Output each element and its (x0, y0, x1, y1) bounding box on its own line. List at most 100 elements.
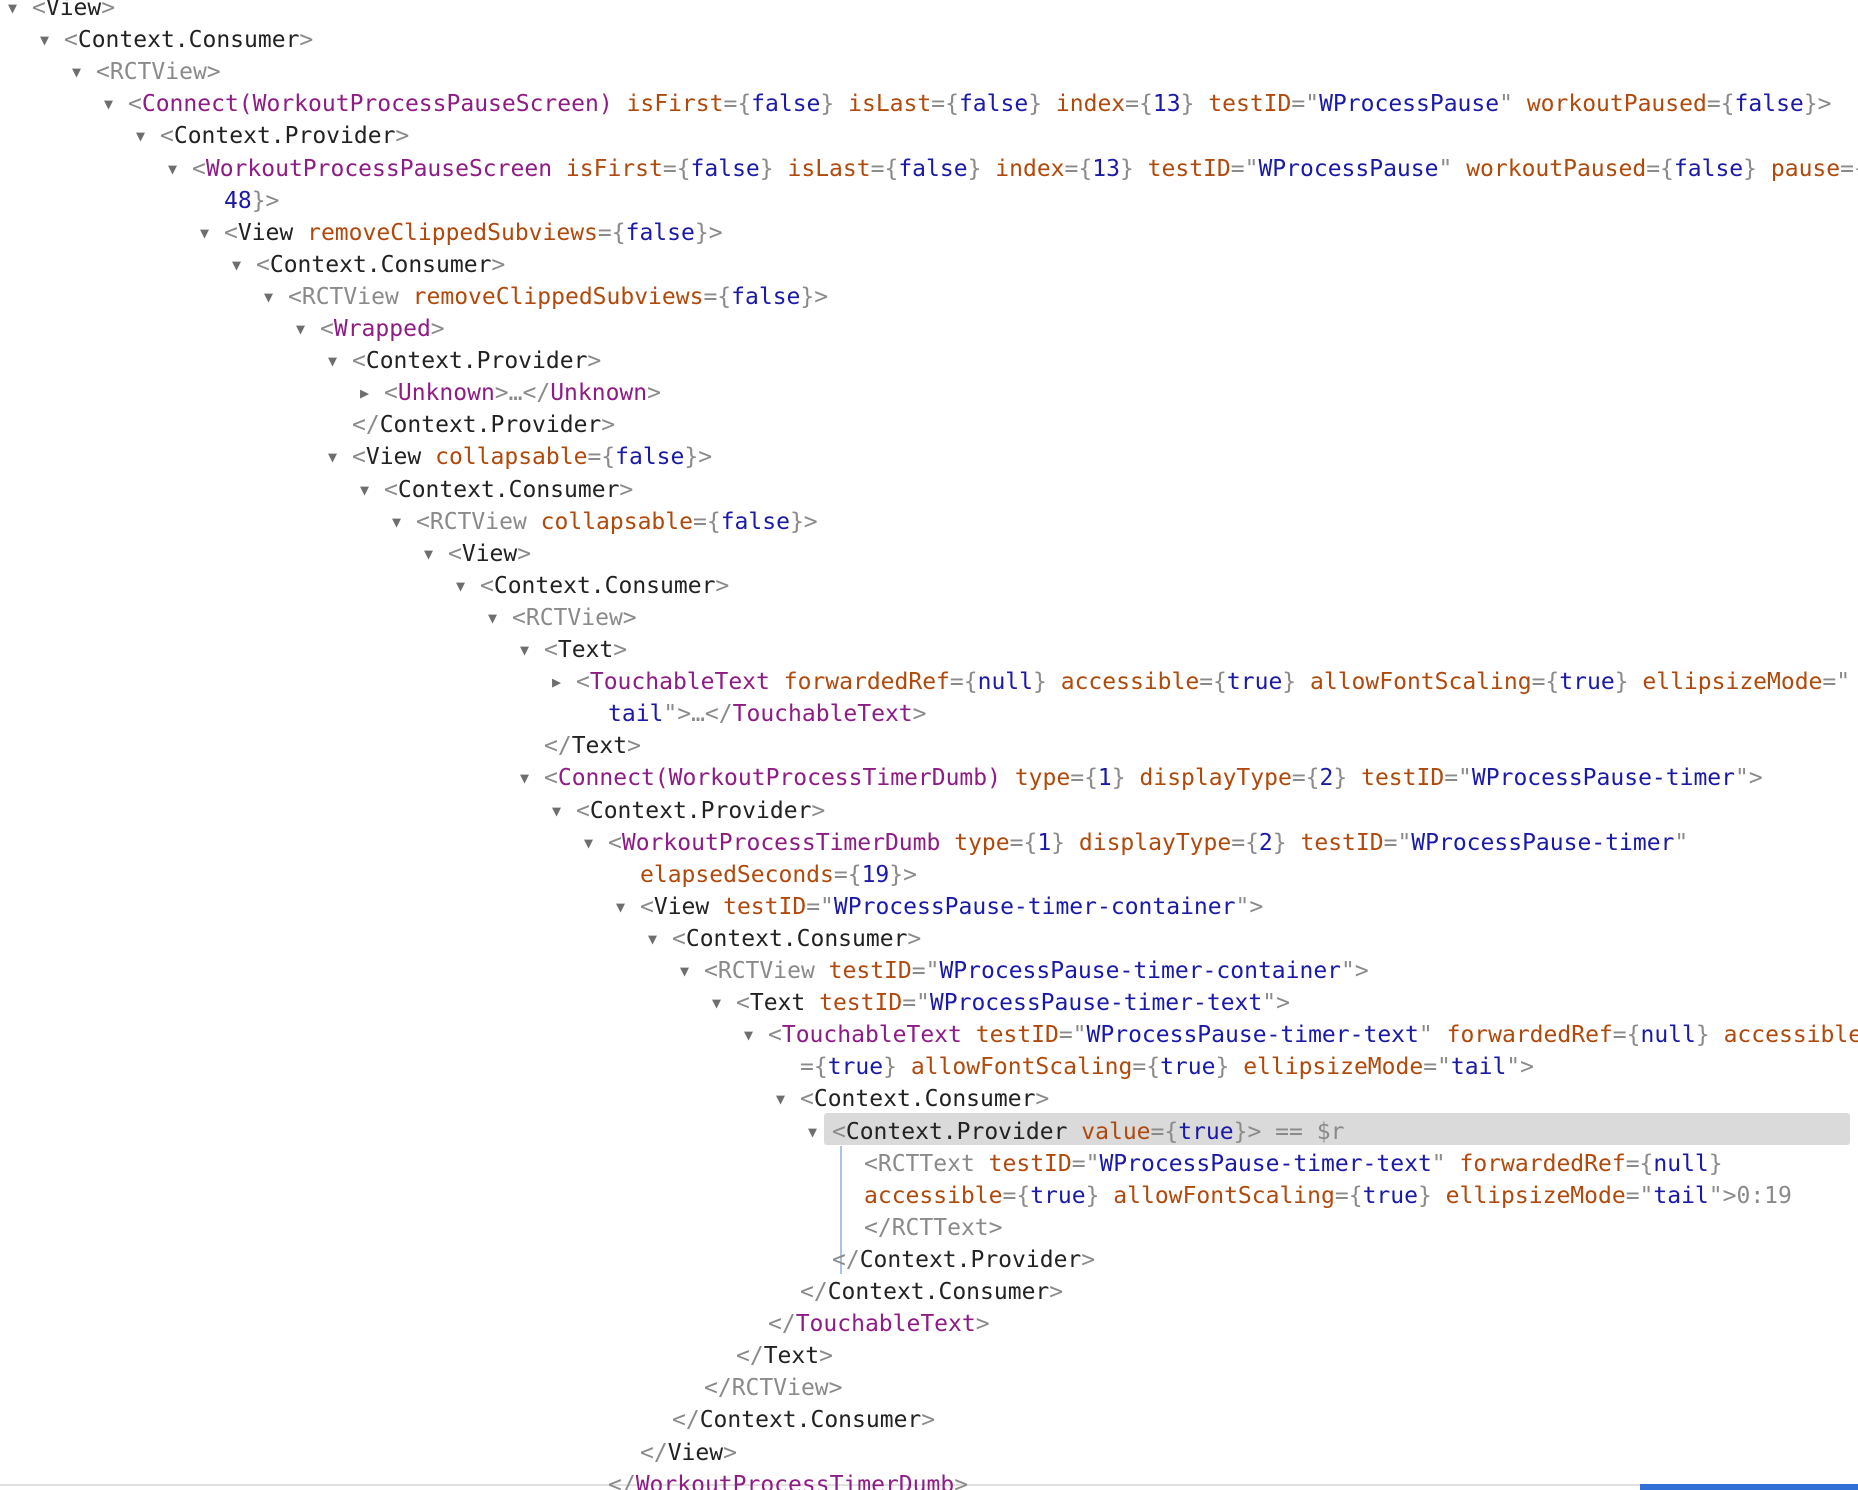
tree-row[interactable]: </WorkoutProcessTimerDumb> (584, 1469, 968, 1490)
tree-row[interactable]: ▼ <View removeClippedSubviews={false}> (200, 217, 723, 249)
token: WProcessPause-timer-container (833, 894, 1236, 920)
tree-row[interactable]: accessible={true} allowFontScaling={true… (840, 1180, 1792, 1212)
tree-row[interactable]: </Context.Consumer> (648, 1404, 935, 1436)
token: displayType (1139, 765, 1292, 791)
collapse-arrow-icon[interactable]: ▼ (8, 0, 32, 24)
tree-row[interactable]: ={true} allowFontScaling={true} ellipsiz… (776, 1051, 1534, 1083)
token: pause (1770, 156, 1841, 182)
collapse-arrow-icon[interactable]: ▼ (264, 281, 288, 313)
token: Context.Consumer (827, 1279, 1050, 1305)
tree-row[interactable]: ▼ <Text testID="WProcessPause-timer-text"… (712, 987, 1290, 1019)
tree-row[interactable]: ▼ <Context.Provider> (328, 345, 601, 377)
token: } (967, 156, 982, 182)
tree-row[interactable]: ▼ <Context.Provider> (136, 120, 409, 152)
expand-arrow-icon[interactable]: ▶ (360, 377, 384, 409)
tree-row[interactable]: ▼ <RCTView removeClippedSubviews={false}> (264, 281, 828, 313)
tree-row[interactable]: </TouchableText> (744, 1308, 990, 1340)
tree-row[interactable]: ▼ <RCTView collapsable={false}> (392, 506, 818, 538)
token: Context.Consumer (77, 27, 300, 53)
token: < (512, 605, 526, 631)
collapse-arrow-icon[interactable]: ▼ (360, 474, 384, 506)
tree-row[interactable]: ▼ <TouchableText testID="WProcessPause-ti… (744, 1019, 1858, 1051)
collapse-arrow-icon[interactable]: ▼ (744, 1019, 768, 1051)
collapse-arrow-icon[interactable]: ▼ (136, 120, 160, 152)
tree-row[interactable]: </Context.Consumer> (776, 1276, 1063, 1308)
tree-row[interactable]: ▼ <RCTView testID="WProcessPause-timer-co… (680, 955, 1369, 987)
collapse-arrow-icon[interactable]: ▼ (232, 249, 256, 281)
token: ={ (1150, 1119, 1179, 1145)
tree-row[interactable]: tail">…</TouchableText> (584, 698, 927, 730)
collapse-arrow-icon[interactable]: ▼ (328, 441, 352, 473)
expand-arrow-icon[interactable]: ▶ (552, 666, 576, 698)
token: removeClippedSubviews (412, 284, 704, 310)
tree-row[interactable]: ▼ <Connect(WorkoutProcessTimerDumb) type=… (520, 762, 1763, 794)
tree-row[interactable]: ▼ <Text> (520, 634, 627, 666)
token: < (384, 380, 398, 406)
tree-row[interactable]: ▼ <Context.Consumer> (40, 24, 313, 56)
tree-row[interactable]: ▼ <View> (424, 538, 531, 570)
token: > (954, 1472, 969, 1490)
collapse-arrow-icon[interactable]: ▼ (40, 24, 64, 56)
tree-row[interactable]: </Text> (712, 1340, 833, 1372)
collapse-arrow-icon[interactable]: ▼ (520, 634, 544, 666)
tree-row[interactable]: ▼ <Context.Consumer> (456, 570, 729, 602)
collapse-arrow-icon[interactable]: ▼ (680, 955, 704, 987)
tree-row[interactable]: ▼ <Connect(WorkoutProcessPauseScreen) isF… (104, 88, 1831, 120)
tree-row[interactable]: ▼ <View testID="WProcessPause-timer-conta… (616, 891, 1263, 923)
token: } (759, 156, 774, 182)
tree-row[interactable]: 48}> (200, 185, 279, 217)
tree-row[interactable]: ▼ <Context.Provider> (552, 795, 825, 827)
collapse-arrow-icon[interactable]: ▼ (552, 795, 576, 827)
token: < (864, 1151, 878, 1177)
collapse-arrow-icon[interactable]: ▼ (296, 313, 320, 345)
tree-row[interactable]: ▼ <Wrapped> (296, 313, 445, 345)
collapse-arrow-icon[interactable]: ▼ (488, 602, 512, 634)
tree-row[interactable]: ▼ <WorkoutProcessPauseScreen isFirst={fal… (168, 153, 1858, 185)
horizontal-scrollbar-thumb[interactable] (1640, 1484, 1858, 1490)
collapse-arrow-icon[interactable]: ▼ (72, 56, 96, 88)
tree-row[interactable]: ▶ <TouchableText forwardedRef={null} acce… (552, 666, 1850, 698)
tree-row[interactable]: </RCTText> (840, 1212, 1003, 1244)
tree-row[interactable]: ▼ <RCTView> (488, 602, 637, 634)
tree-row[interactable]: ▼ <View collapsable={false}> (328, 441, 712, 473)
collapse-arrow-icon[interactable]: ▼ (616, 891, 640, 923)
tree-row[interactable]: ▼ <Context.Consumer> (776, 1083, 1049, 1115)
token: < (608, 830, 622, 856)
token: < (96, 59, 110, 85)
tree-row[interactable]: ▼ <Context.Consumer> (232, 249, 505, 281)
tree-row[interactable]: </Context.Provider> (328, 409, 615, 441)
token: isLast (848, 91, 932, 117)
tree-row[interactable]: </View> (616, 1437, 737, 1469)
collapse-arrow-icon[interactable]: ▼ (712, 987, 736, 1019)
tree-row[interactable]: </Context.Provider> (808, 1244, 1095, 1276)
tree-row[interactable]: ▼ <View> (8, 0, 115, 24)
collapse-arrow-icon[interactable]: ▼ (808, 1116, 832, 1148)
collapse-arrow-icon[interactable]: ▼ (456, 570, 480, 602)
tree-row[interactable]: </RCTView> (680, 1372, 843, 1404)
token: Context.Provider (589, 798, 812, 824)
token: testID (975, 1022, 1059, 1048)
tree-row[interactable]: </Text> (520, 730, 641, 762)
token: < (128, 91, 142, 117)
collapse-arrow-icon[interactable]: ▼ (168, 153, 192, 185)
collapse-arrow-icon[interactable]: ▼ (328, 345, 352, 377)
tree-row[interactable]: ▼ <RCTView> (72, 56, 221, 88)
collapse-arrow-icon[interactable]: ▼ (584, 827, 608, 859)
collapse-arrow-icon[interactable]: ▼ (648, 923, 672, 955)
token: View (653, 894, 710, 920)
tree-row[interactable]: ▼ <Context.Consumer> (648, 923, 921, 955)
tree-row[interactable]: ▼ <Context.Consumer> (360, 474, 633, 506)
tree-row[interactable]: ▶ <Unknown>…</Unknown> (360, 377, 661, 409)
tree-row[interactable]: elapsedSeconds={19}> (616, 859, 917, 891)
token: }> (800, 284, 829, 310)
collapse-arrow-icon[interactable]: ▼ (424, 538, 448, 570)
tree-row-selected[interactable]: ▼ <Context.Provider value={true}> == $r (808, 1116, 1344, 1148)
collapse-arrow-icon[interactable]: ▼ (104, 88, 128, 120)
collapse-arrow-icon[interactable]: ▼ (200, 217, 224, 249)
tree-row[interactable]: ▼ <WorkoutProcessTimerDumb type={1} displ… (584, 827, 1688, 859)
tree-row[interactable]: <RCTText testID="WProcessPause-timer-tex… (840, 1148, 1723, 1180)
collapse-arrow-icon[interactable]: ▼ (520, 762, 544, 794)
collapse-arrow-icon[interactable]: ▼ (392, 506, 416, 538)
collapse-arrow-icon[interactable]: ▼ (776, 1083, 800, 1115)
